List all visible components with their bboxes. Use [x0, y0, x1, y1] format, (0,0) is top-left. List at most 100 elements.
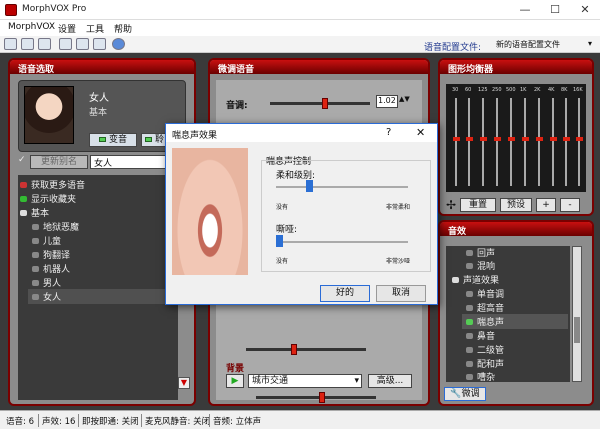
effect-item[interactable]: 嘈杂 [466, 370, 586, 383]
status-effects: 声效: 16 [42, 417, 76, 427]
eq-band-slider[interactable] [565, 98, 567, 186]
dialog-title: 喘息声效果 [172, 131, 218, 141]
background-slider[interactable] [256, 396, 376, 399]
effects-panel-title: 音效 [440, 222, 592, 237]
eq-band-thumb[interactable] [522, 137, 529, 141]
effect-item[interactable]: 配和声 [466, 357, 586, 370]
eq-band-slider[interactable] [468, 98, 470, 186]
effects-scrollbar[interactable] [572, 246, 582, 382]
eq-band-slider[interactable] [524, 98, 526, 186]
softness-slider-thumb[interactable] [306, 180, 313, 192]
eq-band-slider[interactable] [510, 98, 512, 186]
menu-tools[interactable]: 工具 [86, 22, 104, 35]
eq-remove-button[interactable]: - [560, 198, 580, 212]
eq-band-slider[interactable] [496, 98, 498, 186]
eq-band-slider[interactable] [538, 98, 540, 186]
tree-item-robot[interactable]: 机器人 [32, 262, 70, 275]
eq-band-thumb[interactable] [494, 137, 501, 141]
dialog-close-button[interactable]: ✕ [416, 126, 425, 139]
dialog-help-button[interactable]: ? [386, 127, 391, 138]
softness-min-label: 没有 [276, 204, 289, 211]
eq-band-thumb[interactable] [536, 137, 543, 141]
eq-reset-button[interactable]: 重置 [460, 198, 496, 212]
pitch-value[interactable]: 1.02 [376, 95, 398, 108]
menu-morphvox[interactable]: MorphVOX [8, 22, 55, 32]
tree-item-child[interactable]: 儿童 [32, 234, 61, 247]
effects-panel: 音效 回声 混响 声道效果 单音调 超高音 喘息声 鼻音 二级管 配和声 嘈杂 … [438, 220, 594, 406]
effects-scroll-thumb[interactable] [574, 317, 580, 343]
tree-item-woman[interactable]: 女人 [28, 289, 178, 304]
chart-icon[interactable] [76, 38, 89, 50]
advanced-button[interactable]: 高级... [368, 374, 412, 388]
effect-item-selected[interactable]: 喘息声 [462, 314, 568, 329]
sound-slider[interactable] [246, 348, 366, 351]
eq-band-thumb[interactable] [466, 137, 473, 141]
morph-button-label: 变音 [108, 135, 127, 145]
menu-settings[interactable]: 设置 [58, 22, 76, 35]
pitch-slider-thumb[interactable] [322, 98, 328, 109]
tree-item-dog[interactable]: 狗翻译 [32, 248, 70, 261]
eq-add-button[interactable]: + [536, 198, 556, 212]
eq-band-thumb[interactable] [480, 137, 487, 141]
effect-item[interactable]: 回声 [466, 246, 586, 259]
sound-slider-thumb[interactable] [291, 344, 297, 355]
status-bar: 语音: 6 声效: 16 即按即通: 关闭 麦克风静音: 关闭 音频: 立体声 [0, 410, 600, 429]
effect-item[interactable]: 二级管 [466, 343, 586, 356]
tree-item-demon[interactable]: 地狱恶魔 [32, 220, 79, 233]
close-button[interactable]: ✕ [570, 0, 600, 20]
eq-preset-button[interactable]: 预设 [500, 198, 532, 212]
eq-band-thumb[interactable] [453, 137, 460, 141]
cancel-button[interactable]: 取消 [376, 285, 426, 302]
keyboard-icon[interactable] [21, 38, 34, 50]
eq-band-slider[interactable] [455, 98, 457, 186]
eq-band-thumb[interactable] [576, 137, 583, 141]
move-icon[interactable]: ✢ [446, 198, 456, 212]
download-icon [20, 182, 27, 188]
playback-icon[interactable] [38, 38, 51, 50]
tree-item-basic[interactable]: 基本 [20, 206, 49, 219]
star-icon [20, 196, 27, 202]
tree-item-get-more[interactable]: 获取更多语音 [20, 178, 85, 191]
eq-band-slider[interactable] [552, 98, 554, 186]
voice-scroll-down[interactable]: ▼ [178, 377, 190, 389]
husk-slider[interactable] [276, 241, 408, 243]
listen-button-label: 聆 [155, 135, 165, 145]
pitch-spin-icon[interactable]: ▲▼ [399, 95, 410, 103]
profile-select[interactable]: 新的语音配置文件 ▾ [496, 39, 592, 52]
collapse-icon [20, 210, 27, 216]
pitch-slider[interactable] [270, 102, 370, 105]
eq-band-slider[interactable] [482, 98, 484, 186]
audio-icon[interactable] [93, 38, 106, 50]
background-slider-thumb[interactable] [319, 392, 325, 403]
background-select[interactable]: 城市交通 ▾ [248, 374, 362, 388]
effect-group[interactable]: 声道效果 [452, 273, 572, 286]
eq-band-thumb[interactable] [508, 137, 515, 141]
softness-slider[interactable] [276, 186, 408, 188]
morph-button[interactable]: 变音 [89, 133, 137, 147]
husk-slider-thumb[interactable] [275, 235, 283, 247]
effect-item[interactable]: 鼻音 [466, 329, 586, 342]
tree-item-man[interactable]: 男人 [32, 276, 61, 289]
record-icon[interactable] [4, 38, 17, 50]
minimize-button[interactable]: — [510, 0, 540, 20]
eq-band-thumb[interactable] [550, 137, 557, 141]
menu-help[interactable]: 帮助 [114, 22, 132, 35]
ok-button[interactable]: 好的 [320, 285, 370, 302]
effect-label: 二级管 [477, 346, 505, 356]
eq-band-label: 125 [478, 87, 488, 93]
voice-icon [32, 294, 39, 300]
effect-item[interactable]: 超高音 [466, 301, 586, 314]
maximize-button[interactable]: ☐ [540, 0, 570, 20]
eq-band-slider[interactable] [578, 98, 580, 186]
eq-band-thumb[interactable] [563, 137, 570, 141]
effect-item[interactable]: 单音调 [466, 287, 586, 300]
help-icon[interactable] [112, 38, 125, 50]
eq-band-label: 2K [534, 87, 541, 93]
effect-label: 配和声 [477, 360, 505, 370]
settings-icon[interactable] [59, 38, 72, 50]
update-alias-button[interactable]: 更新别名 [30, 155, 88, 169]
tree-item-favorites[interactable]: 显示收藏夹 [20, 192, 76, 205]
effect-item[interactable]: 混响 [466, 259, 586, 272]
tweak-button[interactable]: 🔧微调 [444, 387, 486, 401]
play-icon[interactable]: ▶ [226, 374, 244, 388]
